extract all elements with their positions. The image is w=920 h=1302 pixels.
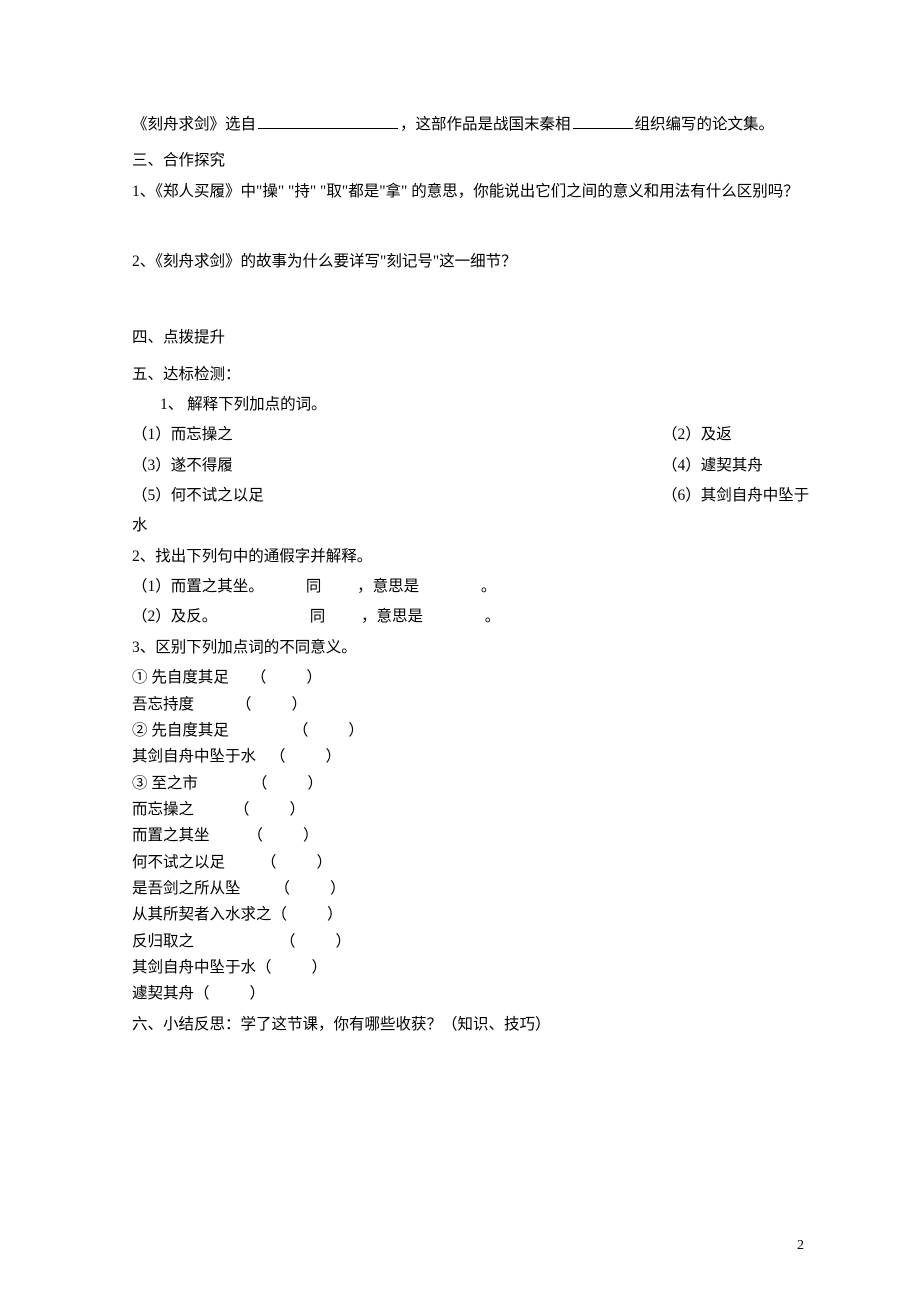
q1-tail: 水 <box>132 513 824 539</box>
q3-title: 3、区别下列加点词的不同意义。 <box>132 635 824 661</box>
q3-paren-3: （） <box>270 748 341 765</box>
q3-label-5: 而忘操之 <box>132 797 194 823</box>
q1-title: 1、 解释下列加点的词。 <box>132 392 824 418</box>
section-4-title: 四、点拨提升 <box>132 325 824 351</box>
q3-paren-0: （） <box>251 669 322 686</box>
q3-row-7: 何不试之以足 （） <box>132 850 824 876</box>
q2-dot-1: 。 <box>481 578 497 595</box>
q3-paren-8: （） <box>275 880 346 897</box>
section-6-title: 六、小结反思：学了这节课，你有哪些收获？（知识、技巧） <box>132 1012 824 1038</box>
q3-row-1: 吾忘持度 （） <box>132 692 824 718</box>
q3-label-9: 从其所契者入水求之 <box>132 902 272 928</box>
section-3-q2: 2、《刻舟求剑》的故事为什么要详写"刻记号"这一细节？ <box>132 249 824 275</box>
q1-row-2: （3）遂不得履 （4）遽契其舟 <box>132 453 824 479</box>
q3-label-11: 其剑自舟中坠于水 <box>132 955 256 981</box>
q2-a-phrase: （1）而置之其坐。 <box>132 574 302 600</box>
q3-row-4: ③ 至之市 （） <box>132 771 824 797</box>
q3-paren-6: （） <box>248 827 319 844</box>
q3-row-11: 其剑自舟中坠于水（） <box>132 955 824 981</box>
blank-source <box>258 113 398 130</box>
q3-row-8: 是吾剑之所从坠 （） <box>132 876 824 902</box>
q3-row-10: 反归取之 （） <box>132 929 824 955</box>
q3-paren-10: （） <box>280 933 351 950</box>
page-content: 《刻舟求剑》选自 ，这部作品是战国末秦相 组织编写的论文集。 三、合作探究 1、《郑… <box>0 0 920 1082</box>
q3-rows: ① 先自度其足（）吾忘持度（）② 先自度其足（）其剑自舟中坠于水（）③ 至之市（… <box>132 665 824 1007</box>
q3-paren-1: （） <box>236 696 307 713</box>
q2-title: 2、找出下列句中的通假字并解释。 <box>132 544 824 570</box>
q1-5: （5）何不试之以足 <box>132 483 662 509</box>
intro-b: ，这部作品是战国末秦相 <box>400 116 571 133</box>
q1-3: （3）遂不得履 <box>132 453 662 479</box>
q2-yisi-1: ，意思是 <box>357 578 419 595</box>
q3-row-9: 从其所契者入水求之（） <box>132 902 824 928</box>
q3-row-3: 其剑自舟中坠于水 （） <box>132 744 824 770</box>
q2-tong-2: 同 <box>310 608 326 625</box>
q2-b-phrase: （2）及反。 <box>132 604 242 630</box>
q1-4: （4）遽契其舟 <box>662 453 824 479</box>
q3-paren-2: （） <box>293 722 364 739</box>
q3-row-2: ② 先自度其足 （） <box>132 718 824 744</box>
intro-a: 《刻舟求剑》选自 <box>132 116 256 133</box>
q1-row-1: （1）而忘操之 （2）及返 <box>132 422 824 448</box>
q3-paren-7: （） <box>261 854 332 871</box>
q3-row-12: 遽契其舟（） <box>132 981 824 1007</box>
q2-yisi-2: ，意思是 <box>361 608 423 625</box>
q3-paren-5: （） <box>234 801 305 818</box>
q3-label-7: 何不试之以足 <box>132 850 225 876</box>
intro-c: 组织编写的论文集。 <box>635 116 775 133</box>
intro-line: 《刻舟求剑》选自 ，这部作品是战国末秦相 组织编写的论文集。 <box>132 112 824 138</box>
q3-label-1: 吾忘持度 <box>132 692 194 718</box>
q2-dot-2: 。 <box>485 608 501 625</box>
q3-label-2: ② 先自度其足 <box>132 718 229 744</box>
q3-label-4: ③ 至之市 <box>132 771 198 797</box>
q3-row-0: ① 先自度其足 （） <box>132 665 824 691</box>
page-number: 2 <box>797 1238 804 1254</box>
section-3-q1: 1、《郑人买履》中"操" "持" "取"都是"拿" 的意思，你能说出它们之间的意… <box>132 179 824 205</box>
q3-row-5: 而忘操之 （） <box>132 797 824 823</box>
blank-author <box>573 113 633 130</box>
q3-label-8: 是吾剑之所从坠 <box>132 876 241 902</box>
q3-label-12: 遽契其舟 <box>132 981 194 1007</box>
q1-6: （6）其剑自舟中坠于 <box>662 483 824 509</box>
q3-label-3: 其剑自舟中坠于水 <box>132 744 256 770</box>
q2-tong-1: 同 <box>306 578 322 595</box>
q3-paren-11: （） <box>256 959 327 976</box>
q1-row-3: （5）何不试之以足 （6）其剑自舟中坠于 <box>132 483 824 509</box>
q1-2: （2）及返 <box>662 422 824 448</box>
q3-row-6: 而置之其坐 （） <box>132 823 824 849</box>
section-5-title: 五、达标检测： <box>132 362 824 388</box>
q3-paren-4: （） <box>252 775 323 792</box>
q3-paren-9: （） <box>272 906 343 923</box>
q2-row-b: （2）及反。 同 ，意思是 。 <box>132 604 824 630</box>
q3-paren-12: （） <box>194 985 265 1002</box>
q3-label-10: 反归取之 <box>132 929 194 955</box>
section-3-title: 三、合作探究 <box>132 148 824 174</box>
q2-row-a: （1）而置之其坐。 同 ，意思是 。 <box>132 574 824 600</box>
q1-1: （1）而忘操之 <box>132 422 662 448</box>
q3-label-6: 而置之其坐 <box>132 823 210 849</box>
q3-label-0: ① 先自度其足 <box>132 665 229 691</box>
